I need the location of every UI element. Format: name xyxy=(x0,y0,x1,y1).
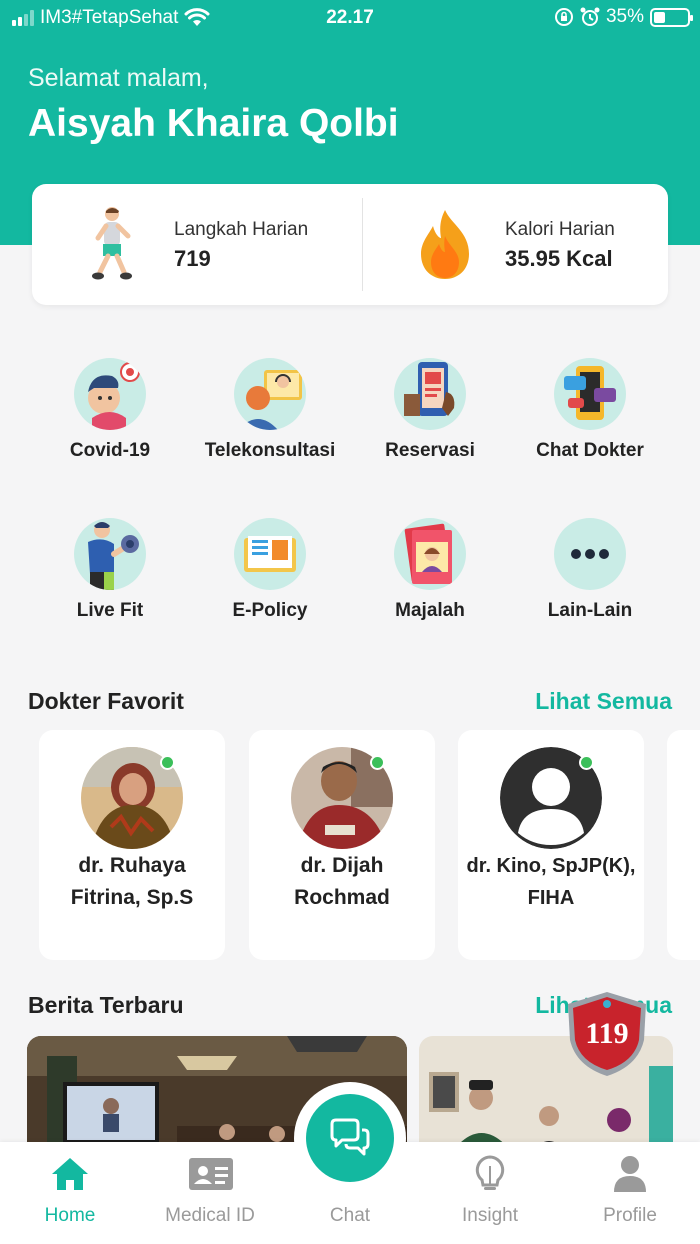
doctor-name: dr. Dijah Rochmad xyxy=(294,854,390,909)
tab-profile[interactable]: Profile xyxy=(560,1142,700,1244)
lightbulb-icon xyxy=(475,1155,505,1190)
steps-value: 719 xyxy=(174,246,211,271)
doctor-name: dr. Ruhaya Fitrina, Sp.S xyxy=(70,854,194,909)
battery-icon xyxy=(650,7,693,27)
tab-medical-id[interactable]: Medical ID xyxy=(140,1142,280,1244)
tab-insight[interactable]: Insight xyxy=(420,1142,560,1244)
online-status-dot xyxy=(160,755,175,770)
online-status-dot xyxy=(370,755,385,770)
calories-value: 35.95 Kcal xyxy=(505,246,613,271)
chat-icon xyxy=(330,1118,370,1156)
alarm-icon xyxy=(580,7,600,26)
steps-label: Langkah Harian xyxy=(174,219,309,240)
tab-label: Medical ID xyxy=(165,1205,255,1226)
home-icon xyxy=(52,1158,88,1190)
daily-stats-card[interactable]: Langkah Harian 719 Kalori Harian 35.95 K… xyxy=(32,184,668,305)
menu-label: Live Fit xyxy=(76,600,144,621)
flame-icon xyxy=(421,210,469,279)
menu-label: Lain-Lain xyxy=(547,600,633,621)
person-icon xyxy=(614,1156,646,1192)
menu-majalah[interactable]: Majalah xyxy=(350,518,510,622)
menu-label: E-Policy xyxy=(232,600,308,621)
menu-label: Covid-19 xyxy=(69,440,151,461)
stats-divider xyxy=(362,198,363,291)
menu-label: Chat Dokter xyxy=(536,440,644,461)
menu-reservasi[interactable]: Reservasi xyxy=(350,358,510,462)
calories-label: Kalori Harian xyxy=(505,219,615,240)
status-bar: IM3#TetapSehat 22.17 35% xyxy=(0,0,700,36)
menu-label: Reservasi xyxy=(385,440,475,461)
badge-number: 119 xyxy=(585,1017,628,1050)
greeting-text: Selamat malam, xyxy=(28,64,209,92)
doctor-card[interactable]: dr. Kino, SpJP(K), FIHA xyxy=(458,730,644,960)
reservation-icon xyxy=(394,358,466,430)
menu-live-fit[interactable]: Live Fit xyxy=(30,518,190,622)
user-name: Aisyah Khaira Qolbi xyxy=(28,102,399,145)
latest-news-title: Berita Terbaru xyxy=(28,992,184,1018)
tab-label: Home xyxy=(44,1205,96,1226)
menu-e-policy[interactable]: E-Policy xyxy=(190,518,350,622)
menu-chat-dokter[interactable]: Chat Dokter xyxy=(510,358,670,462)
hotline-119-badge[interactable]: 119 xyxy=(564,990,650,1078)
tab-label: Profile xyxy=(603,1205,657,1226)
doctor-card[interactable]: dr. Dijah Rochmad xyxy=(249,730,435,960)
doctor-card[interactable]: dr. Ruhaya Fitrina, Sp.S xyxy=(39,730,225,960)
favorite-doctors-see-all-link[interactable]: Lihat Semua xyxy=(535,688,672,715)
covid-icon xyxy=(74,358,146,430)
doctor-name: dr. Kino, SpJP(K), FIHA xyxy=(466,855,636,909)
tab-label: Chat xyxy=(329,1205,371,1226)
tab-home[interactable]: Home xyxy=(0,1142,140,1244)
live-fit-icon xyxy=(74,518,146,590)
menu-label: Telekonsultasi xyxy=(204,440,336,461)
online-status-dot xyxy=(579,755,594,770)
menu-label: Majalah xyxy=(395,600,465,621)
more-icon xyxy=(554,518,626,590)
menu-covid-19[interactable]: Covid-19 xyxy=(30,358,190,462)
e-policy-icon xyxy=(234,518,306,590)
id-card-icon xyxy=(189,1158,233,1190)
tab-label: Insight xyxy=(462,1205,518,1226)
battery-percent: 35% xyxy=(605,6,644,27)
chat-fab-button[interactable] xyxy=(306,1094,394,1182)
favorite-doctors-title: Dokter Favorit xyxy=(28,688,184,714)
menu-telekonsultasi[interactable]: Telekonsultasi xyxy=(190,358,350,462)
chat-doctor-icon xyxy=(554,358,626,430)
magazine-icon xyxy=(394,518,466,590)
menu-lain-lain[interactable]: Lain-Lain xyxy=(510,518,670,622)
doctor-card-partial[interactable] xyxy=(667,730,700,960)
rotation-lock-icon xyxy=(554,8,573,26)
teleconsultation-icon xyxy=(234,358,306,430)
walking-person-icon xyxy=(92,207,132,280)
